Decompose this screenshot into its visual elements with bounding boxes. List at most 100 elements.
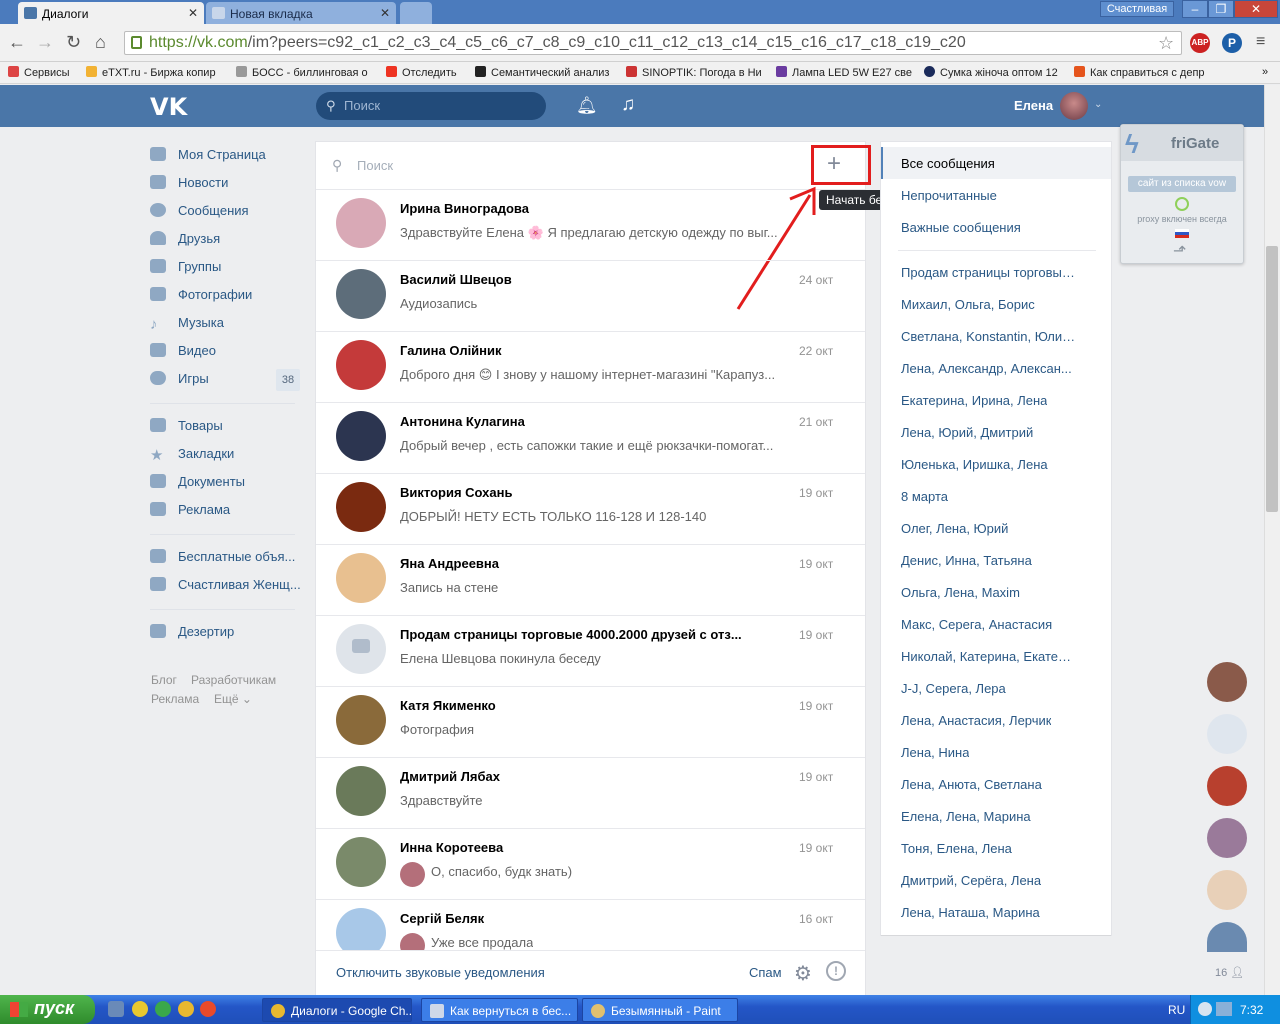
home-icon[interactable]: ⌂ bbox=[95, 32, 106, 53]
filter-chat[interactable]: Лена, Анюта, Светлана bbox=[901, 777, 1042, 792]
footer-ads-link[interactable]: Реклама bbox=[151, 692, 199, 706]
dialog-row[interactable]: Галина Олійник 22 окт Доброго дня 😊 І зн… bbox=[316, 332, 865, 403]
more-bookmarks-icon[interactable]: » bbox=[1262, 66, 1268, 78]
sidebar-item-news[interactable]: Новости bbox=[150, 175, 228, 195]
user-name[interactable]: Елена bbox=[1014, 98, 1053, 113]
online-friend-avatar[interactable] bbox=[1207, 714, 1247, 754]
dialog-row[interactable]: Антонина Кулагина 21 окт Добрый вечер , … bbox=[316, 403, 865, 474]
mute-notifications-link[interactable]: Отключить звуковые уведомления bbox=[336, 965, 545, 980]
scrollbar[interactable] bbox=[1264, 85, 1280, 995]
sidebar-item-friends[interactable]: Друзья bbox=[150, 231, 220, 251]
footer-blog-link[interactable]: Блог bbox=[151, 673, 177, 687]
sidebar-item-music[interactable]: ♪ Музыка bbox=[150, 315, 224, 335]
dialogs-search-input[interactable]: ⚲ Поиск bbox=[316, 142, 865, 190]
tab-dialogs[interactable]: Диалоги ✕ bbox=[18, 2, 204, 24]
scrollbar-thumb[interactable] bbox=[1266, 246, 1278, 512]
bookmark-item[interactable]: Сервисы bbox=[8, 66, 70, 79]
filter-chat[interactable]: Лена, Юрий, Дмитрий bbox=[901, 425, 1033, 440]
sidebar-item-documents[interactable]: Документы bbox=[150, 474, 245, 494]
sidebar-item-messages[interactable]: Сообщения bbox=[150, 203, 249, 223]
filter-chat[interactable]: Денис, Инна, Татьяна bbox=[901, 553, 1032, 568]
minimize-icon[interactable]: – bbox=[1182, 0, 1208, 18]
filter-chat[interactable]: 8 марта bbox=[901, 489, 948, 504]
sidebar-item-goods[interactable]: Товары bbox=[150, 418, 223, 438]
online-friend-avatar[interactable] bbox=[1207, 922, 1247, 952]
bookmark-item[interactable]: SINOPTIK: Погода в Ни bbox=[626, 66, 762, 79]
sidebar-item-bookmarks[interactable]: ★ Закладки bbox=[150, 446, 234, 466]
dialog-row[interactable]: Ирина Виноградова Здравствуйте Елена 🌸 Я… bbox=[316, 190, 865, 261]
filter-chat[interactable]: Дмитрий, Серёга, Лена bbox=[901, 873, 1041, 888]
bookmark-item[interactable]: БОСС - биллинговая о bbox=[236, 66, 368, 79]
sidebar-item-my-page[interactable]: Моя Страница bbox=[150, 147, 266, 167]
sidebar-item-video[interactable]: Видео bbox=[150, 343, 216, 363]
yandex-icon[interactable] bbox=[200, 1001, 216, 1017]
bookmark-item[interactable]: Семантический анализ bbox=[475, 66, 609, 79]
language-indicator[interactable]: RU bbox=[1168, 1003, 1185, 1017]
chrome-icon[interactable] bbox=[178, 1001, 194, 1017]
new-tab-button[interactable] bbox=[400, 2, 432, 24]
sidebar-item-happy-woman[interactable]: Счастливая Женщ... bbox=[150, 577, 301, 597]
taskbar-item-chrome[interactable]: Диалоги - Google Ch... bbox=[262, 998, 412, 1022]
arrow-up-icon[interactable]: ⬏ bbox=[1173, 241, 1186, 261]
filter-chat[interactable]: Олег, Лена, Юрий bbox=[901, 521, 1008, 536]
dialog-row[interactable]: Василий Швецов 24 окт Аудиозапись bbox=[316, 261, 865, 332]
filter-chat[interactable]: Юленька, Иришка, Лена bbox=[901, 457, 1048, 472]
bookmark-item[interactable]: Как справиться с депр bbox=[1074, 66, 1205, 79]
vk-logo[interactable]: VK bbox=[150, 93, 187, 121]
header-search-input[interactable]: ⚲ Поиск bbox=[316, 92, 546, 120]
menu-icon[interactable]: ≡ bbox=[1256, 33, 1265, 51]
filter-chat[interactable]: Елена, Лена, Марина bbox=[901, 809, 1031, 824]
online-friend-avatar[interactable] bbox=[1207, 818, 1247, 858]
chevron-down-icon[interactable]: ⌄ bbox=[1094, 99, 1102, 110]
avatar[interactable] bbox=[1060, 92, 1088, 120]
adblock-icon[interactable]: ABP bbox=[1190, 33, 1210, 53]
filter-chat[interactable]: Светлана, Konstantin, Юлиа... bbox=[901, 329, 1076, 344]
star-icon[interactable]: ☆ bbox=[1158, 33, 1174, 54]
info-icon[interactable]: ! bbox=[826, 961, 846, 981]
taskbar-item-paint[interactable]: Безымянный - Paint bbox=[582, 998, 738, 1022]
reload-icon[interactable]: ↻ bbox=[66, 32, 81, 53]
network-icon[interactable] bbox=[1216, 1002, 1232, 1016]
sidebar-item-free-ads[interactable]: Бесплатные объя... bbox=[150, 549, 295, 569]
filter-chat[interactable]: Продам страницы торговые... bbox=[901, 265, 1076, 280]
online-friend-avatar[interactable] bbox=[1207, 870, 1247, 910]
sidebar-item-games[interactable]: Игры bbox=[150, 371, 209, 391]
sidebar-item-deserter[interactable]: Дезертир bbox=[150, 624, 234, 644]
whatsapp-icon[interactable] bbox=[155, 1001, 171, 1017]
filter-chat[interactable]: Михаил, Ольга, Борис bbox=[901, 297, 1035, 312]
filter-chat[interactable]: Екатерина, Ирина, Лена bbox=[901, 393, 1047, 408]
new-chat-button[interactable]: + bbox=[827, 151, 841, 177]
filter-chat[interactable]: Макс, Серега, Анастасия bbox=[901, 617, 1052, 632]
filter-chat[interactable]: J-J, Серега, Лера bbox=[901, 681, 1006, 696]
filter-important[interactable]: Важные сообщения bbox=[901, 220, 1021, 235]
quicklaunch-icon[interactable] bbox=[132, 1001, 148, 1017]
address-bar[interactable]: https://vk.com/im?peers=c92_c1_c2_c3_c4_… bbox=[124, 31, 1182, 55]
online-friends-count[interactable]: 16 👤︎ bbox=[1215, 966, 1244, 979]
music-icon[interactable]: ♫ bbox=[621, 94, 635, 116]
back-icon[interactable]: ← bbox=[8, 32, 26, 53]
sidebar-item-groups[interactable]: Группы bbox=[150, 259, 221, 279]
dialog-row[interactable]: Сергій Беляк 16 окт Уже все продала bbox=[316, 900, 865, 950]
show-desktop-icon[interactable] bbox=[108, 1001, 124, 1017]
filter-chat[interactable]: Лена, Александр, Алексан... bbox=[901, 361, 1072, 376]
filter-chat[interactable]: Тоня, Елена, Лена bbox=[901, 841, 1012, 856]
power-icon[interactable] bbox=[1175, 197, 1189, 211]
gear-icon[interactable]: ⚙ bbox=[794, 961, 812, 986]
dialog-row[interactable]: Инна Коротеева 19 окт О, спасибо, будк з… bbox=[316, 829, 865, 900]
footer-more-link[interactable]: Ещё ⌄ bbox=[214, 692, 252, 706]
extension-p-icon[interactable]: P bbox=[1222, 33, 1242, 53]
online-friend-avatar[interactable] bbox=[1207, 662, 1247, 702]
filter-chat[interactable]: Лена, Анастасия, Лерчик bbox=[901, 713, 1051, 728]
start-button[interactable]: пуск bbox=[0, 995, 95, 1024]
restore-icon[interactable]: ❐ bbox=[1208, 0, 1234, 18]
close-tab-icon[interactable]: ✕ bbox=[188, 6, 198, 20]
dialog-row[interactable]: Катя Якименко 19 окт Фотография bbox=[316, 687, 865, 758]
frigate-widget[interactable]: ϟ friGate сайт из списка vow proxy включ… bbox=[1120, 124, 1244, 264]
sidebar-item-photos[interactable]: Фотографии bbox=[150, 287, 252, 307]
tray-arrow-icon[interactable] bbox=[1198, 1002, 1212, 1016]
filter-chat[interactable]: Лена, Наташа, Марина bbox=[901, 905, 1040, 920]
footer-dev-link[interactable]: Разработчикам bbox=[191, 673, 276, 687]
tab-new[interactable]: Новая вкладка ✕ bbox=[206, 2, 396, 24]
filter-all-messages[interactable]: Все сообщения bbox=[901, 156, 995, 171]
bookmark-item[interactable]: Отследить bbox=[386, 66, 457, 79]
